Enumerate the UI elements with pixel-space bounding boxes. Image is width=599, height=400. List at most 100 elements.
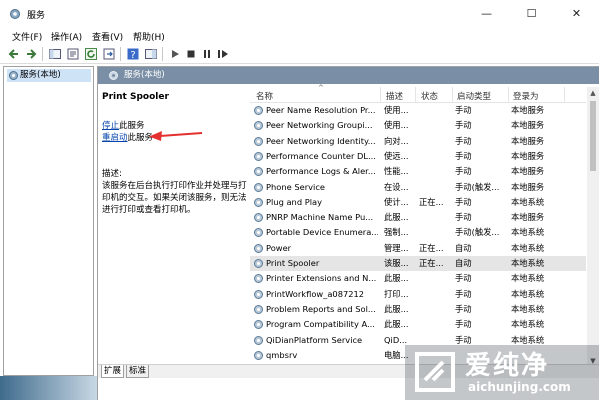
service-name: Portable Device Enumera... (266, 227, 378, 238)
service-startup-type: 手动 (455, 120, 472, 131)
watermark-text: 爱纯净 (465, 351, 550, 381)
column-header-status[interactable]: 状态 (421, 90, 438, 104)
service-row[interactable]: Peer Networking Groupi... 使用... 手动 本地服务 (250, 118, 586, 133)
service-row[interactable]: Phone Service 在设... 手动(触发... 本地服务 (250, 180, 586, 195)
service-gear-icon (254, 320, 263, 330)
menu-view[interactable]: 查看(V) (92, 30, 123, 43)
service-row[interactable]: Peer Networking Identity... 向对... 手动 本地服… (250, 134, 586, 149)
service-description: 使用... (384, 105, 409, 115)
service-row[interactable]: Printer Extensions and N... 此服... 手动 本地系… (250, 271, 586, 286)
service-row[interactable]: PrintWorkflow_a087212 打印... 手动 本地系统 (250, 287, 586, 302)
services-gear-icon (9, 71, 18, 80)
desktop-background (0, 376, 97, 400)
toolbar-divider (42, 47, 43, 61)
service-description: 此服... (384, 212, 409, 223)
tree-item-services-local[interactable]: 服务(本地) (7, 69, 91, 82)
vertical-scrollbar[interactable]: ▲ ▼ (587, 87, 599, 367)
window-title: 服务 (27, 11, 46, 21)
service-description: 使用... (384, 120, 409, 131)
service-log-on-as: 本地系统 (511, 303, 545, 314)
console-tree-icon[interactable] (48, 47, 62, 61)
service-name: PrintWorkflow_a087212 (266, 288, 365, 299)
restart-service-link[interactable]: 重启动 (102, 133, 128, 143)
column-header-name[interactable]: 名称 (256, 90, 273, 104)
close-button[interactable]: ✕ (554, 0, 599, 28)
pane-header-title: 服务(本地) (124, 70, 165, 80)
description-text: 该服务在后台执行打印作业并处理与打印机的交互。如果关闭该服务，则无法进行打印或查… (102, 181, 247, 215)
column-divider[interactable] (564, 87, 565, 103)
service-startup-type: 手动 (455, 196, 472, 207)
service-startup-type: 手动 (455, 273, 472, 284)
export-list-icon[interactable] (102, 47, 116, 61)
service-row[interactable]: Portable Device Enumera... 强制... 手动(触发..… (250, 225, 586, 240)
start-service-icon[interactable] (168, 47, 182, 61)
service-gear-icon (254, 182, 263, 192)
stop-service-link[interactable]: 停止 (102, 121, 119, 131)
services-list-header: ^ 名称 描述 状态 启动类型 登录为 (250, 84, 586, 104)
properties-icon[interactable] (66, 47, 80, 61)
pause-service-icon[interactable] (200, 47, 214, 61)
stop-service-suffix: 此服务 (119, 121, 145, 131)
service-row[interactable]: Performance Counter DL... 使远... 手动 本地服务 (250, 149, 586, 164)
service-row[interactable]: Plug and Play 使计... 正在... 手动 本地系统 (250, 195, 586, 210)
show-hide-icon[interactable] (144, 47, 158, 61)
scroll-up-icon[interactable]: ▲ (587, 87, 599, 99)
refresh-icon[interactable] (84, 47, 98, 61)
forward-icon[interactable] (24, 47, 38, 61)
service-row[interactable]: Program Compatibility A... 此服... 手动 本地系统 (250, 317, 586, 332)
service-name: Program Compatibility A... (266, 319, 375, 330)
service-row[interactable]: Power 管理... 正在... 自动 本地系统 (250, 241, 586, 256)
service-row[interactable]: Print Spooler 该服... 正在... 自动 本地系统 (250, 256, 586, 272)
service-gear-icon (254, 151, 263, 161)
service-description: 该服... (384, 258, 409, 268)
menu-help[interactable]: 帮助(H) (133, 30, 165, 43)
help-icon[interactable]: ? (126, 47, 140, 61)
column-header-log-on-as[interactable]: 登录为 (513, 90, 539, 104)
service-log-on-as: 本地服务 (511, 181, 545, 192)
service-description: 强制... (384, 227, 409, 238)
service-startup-type: 手动 (455, 105, 472, 115)
service-log-on-as: 本地系统 (511, 242, 545, 253)
column-header-startup-type[interactable]: 启动类型 (457, 90, 491, 104)
service-gear-icon (254, 350, 263, 360)
service-log-on-as: 本地系统 (511, 227, 545, 238)
column-divider[interactable] (452, 87, 453, 103)
service-startup-type: 手动(触发... (455, 181, 500, 192)
minimize-button[interactable]: — (464, 0, 509, 28)
tab-extended[interactable]: 扩展 (101, 365, 125, 378)
services-app-icon (10, 9, 20, 19)
service-row[interactable]: Peer Name Resolution Pr... 使用... 手动 本地服务 (250, 103, 586, 118)
column-header-description[interactable]: 描述 (386, 90, 403, 104)
column-divider[interactable] (508, 87, 509, 103)
service-row[interactable]: Performance Logs & Aler... 性能... 手动 本地服务 (250, 164, 586, 179)
maximize-button[interactable]: ☐ (509, 0, 554, 28)
stop-service-icon[interactable] (184, 47, 198, 61)
service-row[interactable]: PNRP Machine Name Pu... 此服... 手动 本地服务 (250, 210, 586, 225)
service-description: 此服... (384, 319, 409, 330)
service-name: PNRP Machine Name Pu... (266, 212, 374, 223)
scrollbar-thumb[interactable] (590, 101, 596, 171)
service-startup-type: 手动(触发... (455, 227, 500, 238)
service-startup-type: 手动 (455, 319, 472, 330)
toolbar: ? (0, 44, 599, 64)
description-label: 描述: (102, 169, 122, 179)
service-gear-icon (254, 243, 263, 253)
back-icon[interactable] (7, 47, 21, 61)
column-divider[interactable] (380, 87, 381, 103)
service-log-on-as: 本地服务 (511, 135, 545, 146)
service-log-on-as: 本地系统 (511, 288, 545, 299)
service-description: 此服... (384, 303, 409, 314)
menu-file[interactable]: 文件(F) (12, 30, 42, 43)
column-divider[interactable] (415, 87, 416, 103)
restart-service-icon[interactable] (216, 47, 230, 61)
stop-service-row: 停止此服务 (102, 119, 145, 131)
service-description: 使远... (384, 150, 409, 161)
tab-standard[interactable]: 标准 (126, 365, 150, 378)
service-gear-icon (254, 136, 263, 146)
watermark-url: aichunjing.com (468, 380, 571, 394)
service-description: 向对... (384, 135, 409, 146)
service-row[interactable]: Problem Reports and Sol... 此服... 手动 本地系统 (250, 302, 586, 317)
service-status: 正在... (419, 258, 444, 268)
menu-action[interactable]: 操作(A) (51, 30, 82, 43)
service-name: Performance Counter DL... (266, 150, 376, 161)
